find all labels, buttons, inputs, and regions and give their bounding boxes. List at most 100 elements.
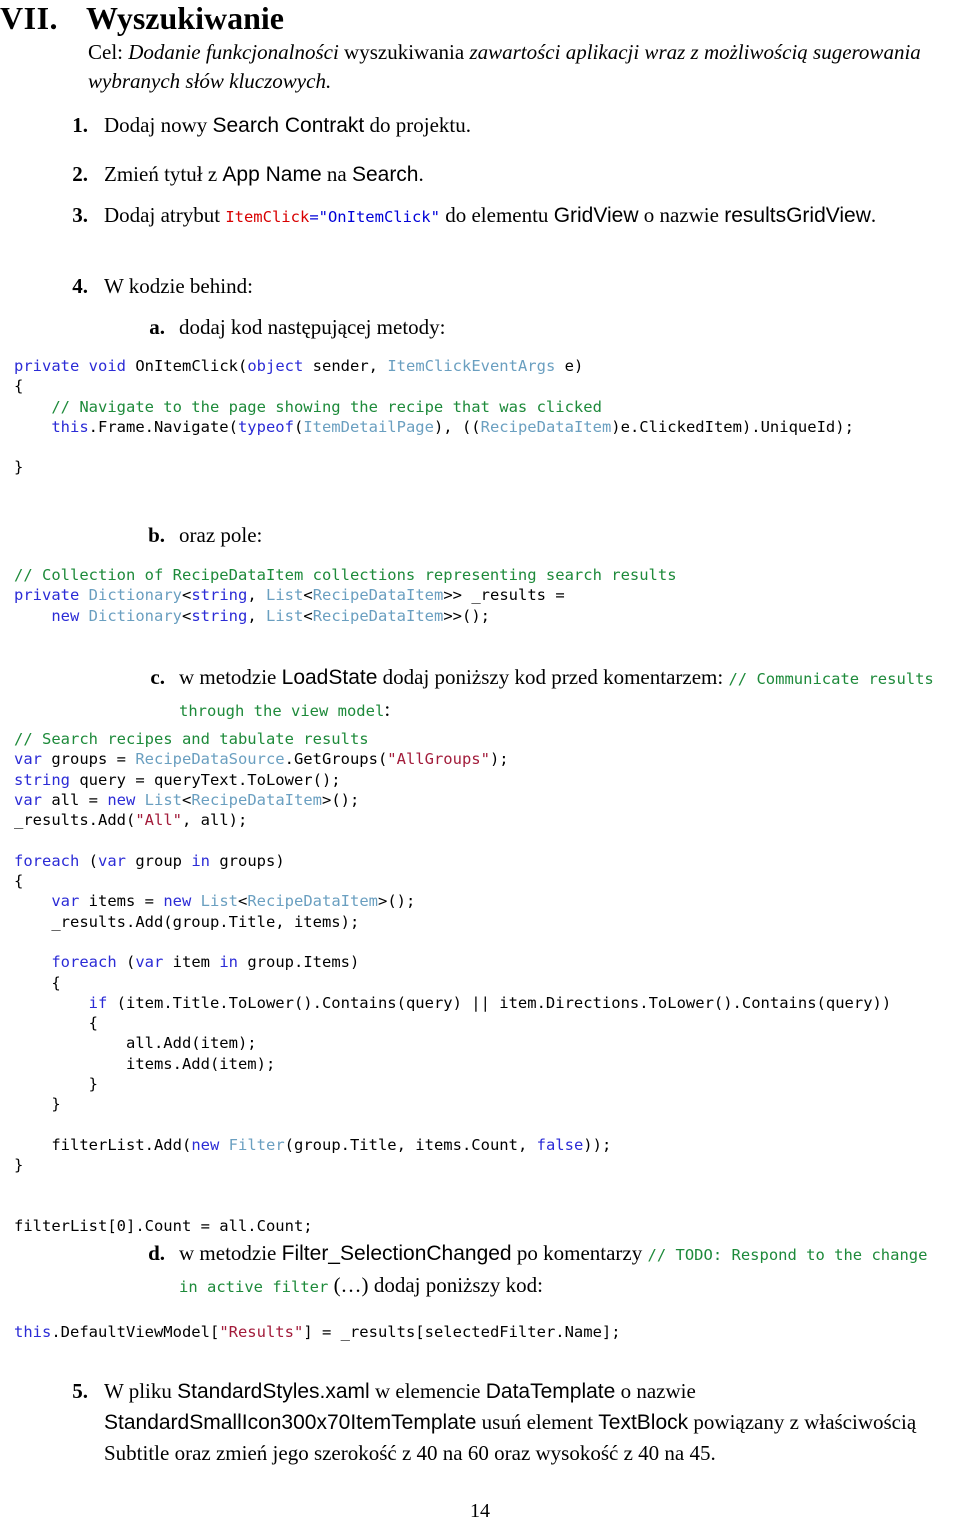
step-1-marker: 1. bbox=[72, 113, 88, 137]
code-line: // Search recipes and tabulate results bbox=[14, 730, 369, 748]
substep-c-mid: dodaj poniższy kod przed komentarzem: bbox=[377, 665, 729, 689]
code-line: all.Add(item); bbox=[14, 1034, 257, 1053]
code-line: this.Frame.Navigate(typeof(ItemDetailPag… bbox=[51, 417, 854, 436]
code-line: new Dictionary<string, List<RecipeDataIt… bbox=[51, 606, 491, 625]
step-2-text: Zmień tytuł z App Name na Search. bbox=[104, 159, 928, 190]
step-5-marker: 5. bbox=[72, 1379, 88, 1403]
step-5-file: StandardStyles.xaml bbox=[177, 1380, 370, 1403]
code-line: _results.Add("All", all); bbox=[14, 811, 248, 830]
code-line: private void OnItemClick(object sender, … bbox=[14, 357, 584, 375]
step-1: 1. Dodaj nowy Search Contrakt do projekt… bbox=[48, 110, 928, 141]
code-block-results-field: // Collection of RecipeDataItem collecti… bbox=[14, 565, 677, 626]
step-1-post: do projektu. bbox=[364, 113, 471, 137]
substep-d-mid: po komentarzy bbox=[511, 1241, 648, 1265]
code-line: // Collection of RecipeDataItem collecti… bbox=[14, 566, 677, 584]
step-3-pre: Dodaj atrybut bbox=[104, 203, 226, 227]
substep-a-text: dodaj kod następującej metody: bbox=[179, 315, 446, 339]
code-line: var all = new List<RecipeDataItem>(); bbox=[14, 790, 360, 809]
substep-d-pre: w metodzie bbox=[179, 1241, 282, 1265]
code-block-load-state: // Search recipes and tabulate results va… bbox=[14, 729, 891, 1236]
goal-text-italic-1: Dodanie funkcjonalności bbox=[123, 40, 339, 64]
code-line: { bbox=[14, 1014, 98, 1033]
step-5-text: W pliku StandardStyles.xaml w elemencie … bbox=[104, 1376, 948, 1468]
step-3: 3. Dodaj atrybut ItemClick="OnItemClick"… bbox=[48, 200, 938, 232]
substep-d-method: Filter_SelectionChanged bbox=[281, 1242, 512, 1265]
code-line: foreach (var item in group.Items) bbox=[51, 953, 360, 972]
step-2-marker: 2. bbox=[72, 162, 88, 186]
substep-c-method: LoadState bbox=[281, 666, 378, 689]
code-line: private Dictionary<string, List<RecipeDa… bbox=[14, 586, 565, 605]
step-5: 5. W pliku StandardStyles.xaml w elemenc… bbox=[48, 1376, 948, 1468]
substep-c-pre: w metodzie bbox=[179, 665, 282, 689]
substep-b: b. oraz pole: bbox=[135, 520, 915, 550]
code-line: string query = queryText.ToLower(); bbox=[14, 770, 341, 789]
step-2-term-2: Search bbox=[351, 163, 419, 186]
step-1-term: Search Contrakt bbox=[212, 114, 365, 137]
code-line: if (item.Title.ToLower().Contains(query)… bbox=[88, 993, 892, 1012]
step-4-text: W kodzie behind: bbox=[104, 274, 253, 298]
step-2-mid: na bbox=[321, 162, 352, 186]
step-1-text: Dodaj nowy Search Contrakt do projektu. bbox=[104, 110, 928, 141]
code-line: var items = new List<RecipeDataItem>(); bbox=[51, 892, 416, 911]
document-page: VII. Wyszukiwanie Cel: Dodanie funkcjona… bbox=[0, 0, 960, 1533]
step-3-attribute-value: ="OnItemClick" bbox=[309, 208, 440, 226]
code-line: // Navigate to the page showing the reci… bbox=[51, 397, 602, 416]
step-2: 2. Zmień tytuł z App Name na Search. bbox=[48, 159, 928, 190]
substep-a-marker: a. bbox=[149, 315, 165, 339]
step-5-mid: w elemencie bbox=[369, 1379, 486, 1403]
step-2-term-1: App Name bbox=[222, 163, 322, 186]
code-line: { bbox=[14, 973, 61, 992]
chapter-number: VII. bbox=[0, 0, 59, 36]
step-3-text: Dodaj atrybut ItemClick="OnItemClick" do… bbox=[104, 200, 938, 232]
code-line: { bbox=[14, 872, 24, 891]
code-line: } bbox=[14, 458, 24, 477]
code-line: var groups = RecipeDataSource.GetGroups(… bbox=[14, 750, 509, 769]
substep-d-mid-2: (…) bbox=[328, 1273, 374, 1297]
step-5-element: DataTemplate bbox=[485, 1380, 616, 1403]
substep-c: c. w metodzie LoadState dodaj poniższy k… bbox=[135, 662, 955, 726]
code-line: foreach (var group in groups) bbox=[14, 851, 285, 870]
step-5-mid-2: o nazwie bbox=[615, 1379, 696, 1403]
code-block-filter-selection-changed: this.DefaultViewModel["Results"] = _resu… bbox=[14, 1322, 621, 1342]
step-2-pre: Zmień tytuł z bbox=[104, 162, 223, 186]
substep-d-marker: d. bbox=[148, 1241, 165, 1265]
substep-a: a. dodaj kod następującej metody: bbox=[135, 312, 915, 342]
code-line: this.DefaultViewModel["Results"] = _resu… bbox=[14, 1323, 621, 1341]
step-3-marker: 3. bbox=[72, 203, 88, 227]
step-5-textblock: TextBlock bbox=[598, 1411, 689, 1434]
step-5-pre: W pliku bbox=[104, 1379, 178, 1403]
step-5-template-name: StandardSmallIcon300x70ItemTemplate bbox=[104, 1411, 477, 1434]
substep-d-text: w metodzie Filter_SelectionChanged po ko… bbox=[179, 1238, 955, 1302]
code-line: filterList.Add(new Filter(group.Title, i… bbox=[14, 1135, 612, 1154]
substep-c-marker: c. bbox=[150, 665, 165, 689]
goal-text-plain-1: wyszukiwania bbox=[338, 40, 470, 64]
step-3-mid-2: o nazwie bbox=[638, 203, 725, 227]
chapter-heading: VII. Wyszukiwanie bbox=[0, 0, 940, 37]
step-3-term-1: GridView bbox=[553, 204, 639, 227]
code-line: } bbox=[14, 1156, 24, 1175]
substep-d: d. w metodzie Filter_SelectionChanged po… bbox=[135, 1238, 955, 1302]
code-line: } bbox=[14, 1095, 61, 1114]
goal-paragraph: Cel: Dodanie funkcjonalności wyszukiwani… bbox=[88, 38, 926, 96]
step-3-attribute-name: ItemClick bbox=[225, 208, 310, 226]
code-line: _results.Add(group.Title, items); bbox=[14, 912, 360, 931]
substep-d-post: dodaj poniższy kod: bbox=[373, 1273, 543, 1297]
step-4-marker: 4. bbox=[72, 274, 88, 298]
chapter-title: Wyszukiwanie bbox=[86, 0, 284, 36]
goal-label: Cel: bbox=[88, 40, 123, 64]
substep-c-text: w metodzie LoadState dodaj poniższy kod … bbox=[179, 662, 955, 726]
step-2-post: . bbox=[418, 162, 424, 186]
code-line: } bbox=[14, 1075, 98, 1094]
code-block-on-item-click: private void OnItemClick(object sender, … bbox=[14, 356, 854, 478]
step-5-mid-3: usuń element bbox=[476, 1410, 599, 1434]
step-3-post: . bbox=[870, 203, 877, 227]
substep-b-marker: b. bbox=[148, 523, 165, 547]
page-number: 14 bbox=[470, 1500, 490, 1522]
substep-b-text: oraz pole: bbox=[179, 523, 263, 547]
code-line: { bbox=[14, 377, 24, 396]
